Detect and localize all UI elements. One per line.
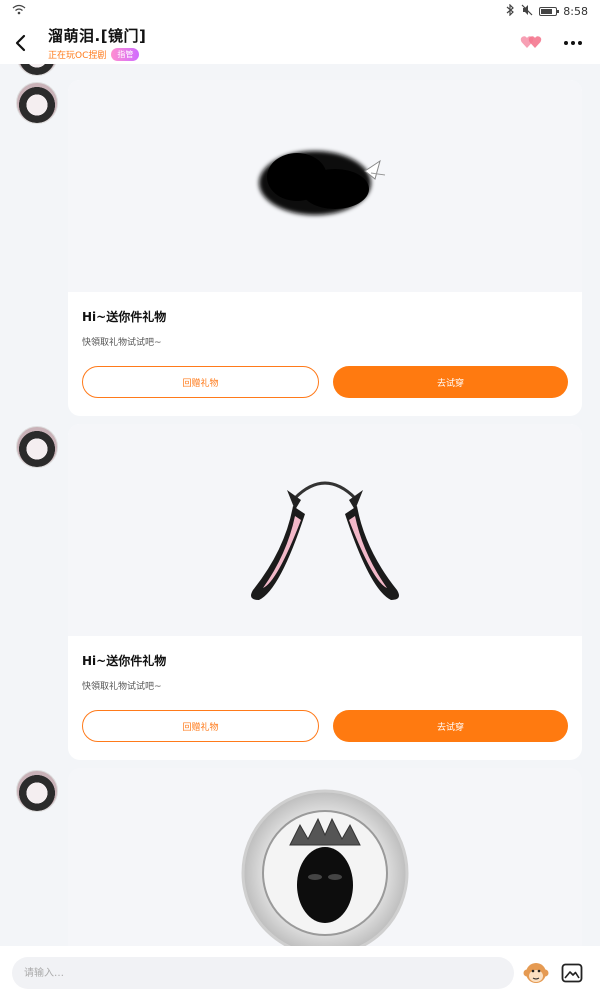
gift-card: Hi~送你件礼物 快領取礼物试试吧~ 回赠礼物 去试穿 (68, 424, 582, 760)
gift-image[interactable] (68, 424, 582, 636)
monkey-emoji-icon (523, 963, 549, 983)
try-on-button[interactable]: 去试穿 (333, 366, 568, 398)
chat-subline: 正在玩OC捏剧 指管 (48, 48, 520, 61)
more-dot (564, 41, 568, 45)
gift-title: Hi~送你件礼物 (82, 310, 167, 324)
chat-screen: 8:58 溜萌泪.[镜门] 正在玩OC捏剧 指管 Hi~送你件礼物 快領取礼物试… (0, 0, 600, 1000)
back-button[interactable] (0, 22, 40, 64)
chat-title: 溜萌泪.[镜门] (48, 27, 147, 45)
bluetooth-icon (506, 3, 515, 19)
wifi-icon (12, 4, 26, 18)
battery-icon (539, 6, 560, 16)
chat-header: 溜萌泪.[镜门] 正在玩OC捏剧 指管 (0, 22, 600, 64)
message-list[interactable]: Hi~送你件礼物 快領取礼物试试吧~ 回赠礼物 去试穿 Hi~送你件礼物 快領取… (0, 64, 600, 946)
try-on-button[interactable]: 去试穿 (333, 710, 568, 742)
gift-card: Hi~送你件礼物 快領取礼物试试吧~ 回赠礼物 去试穿 (68, 80, 582, 416)
crowned-mask-frame (241, 789, 409, 946)
status-right: 8:58 (506, 3, 588, 19)
bunny-ears-headband (251, 481, 399, 600)
more-dot (578, 41, 582, 45)
message-input[interactable] (12, 957, 514, 989)
avatar[interactable] (16, 770, 58, 812)
clock: 8:58 (563, 4, 588, 18)
avatar[interactable] (16, 82, 58, 124)
card-body: Hi~送你件礼物 快領取礼物试试吧~ 回赠礼物 去试穿 (68, 636, 582, 760)
more-button[interactable] (560, 37, 586, 49)
card-buttons: 回赠礼物 去试穿 (82, 710, 568, 742)
card-buttons: 回赠礼物 去试穿 (82, 366, 568, 398)
gift-image[interactable] (68, 80, 582, 292)
emoji-button[interactable] (522, 959, 550, 987)
hearts-icon[interactable] (520, 34, 542, 53)
gift-title: Hi~送你件礼物 (82, 654, 167, 668)
gift-card (68, 768, 582, 946)
status-bar: 8:58 (0, 0, 600, 22)
card-body: Hi~送你件礼物 快領取礼物试试吧~ 回赠礼物 去试穿 (68, 292, 582, 416)
header-actions (520, 34, 600, 53)
chat-title-block[interactable]: 溜萌泪.[镜门] 正在玩OC捏剧 指管 (40, 25, 520, 61)
gift-desc: 快領取礼物试试吧~ (82, 682, 162, 692)
mute-icon (521, 4, 533, 19)
image-picker-icon (561, 963, 583, 983)
back-arrow-icon (15, 34, 26, 52)
gift-back-button[interactable]: 回赠礼物 (82, 366, 319, 398)
status-tag: 指管 (111, 48, 140, 61)
avatar[interactable] (16, 64, 58, 76)
gift-desc: 快領取礼物试试吧~ (82, 338, 162, 348)
activity-status: 正在玩OC捏剧 (48, 51, 107, 61)
gift-image[interactable] (68, 768, 582, 946)
black-hair-item (259, 151, 386, 215)
gift-back-button[interactable]: 回赠礼物 (82, 710, 319, 742)
composer-bar (0, 946, 600, 1000)
avatar[interactable] (16, 426, 58, 468)
more-dot (571, 41, 575, 45)
image-button[interactable] (558, 959, 586, 987)
